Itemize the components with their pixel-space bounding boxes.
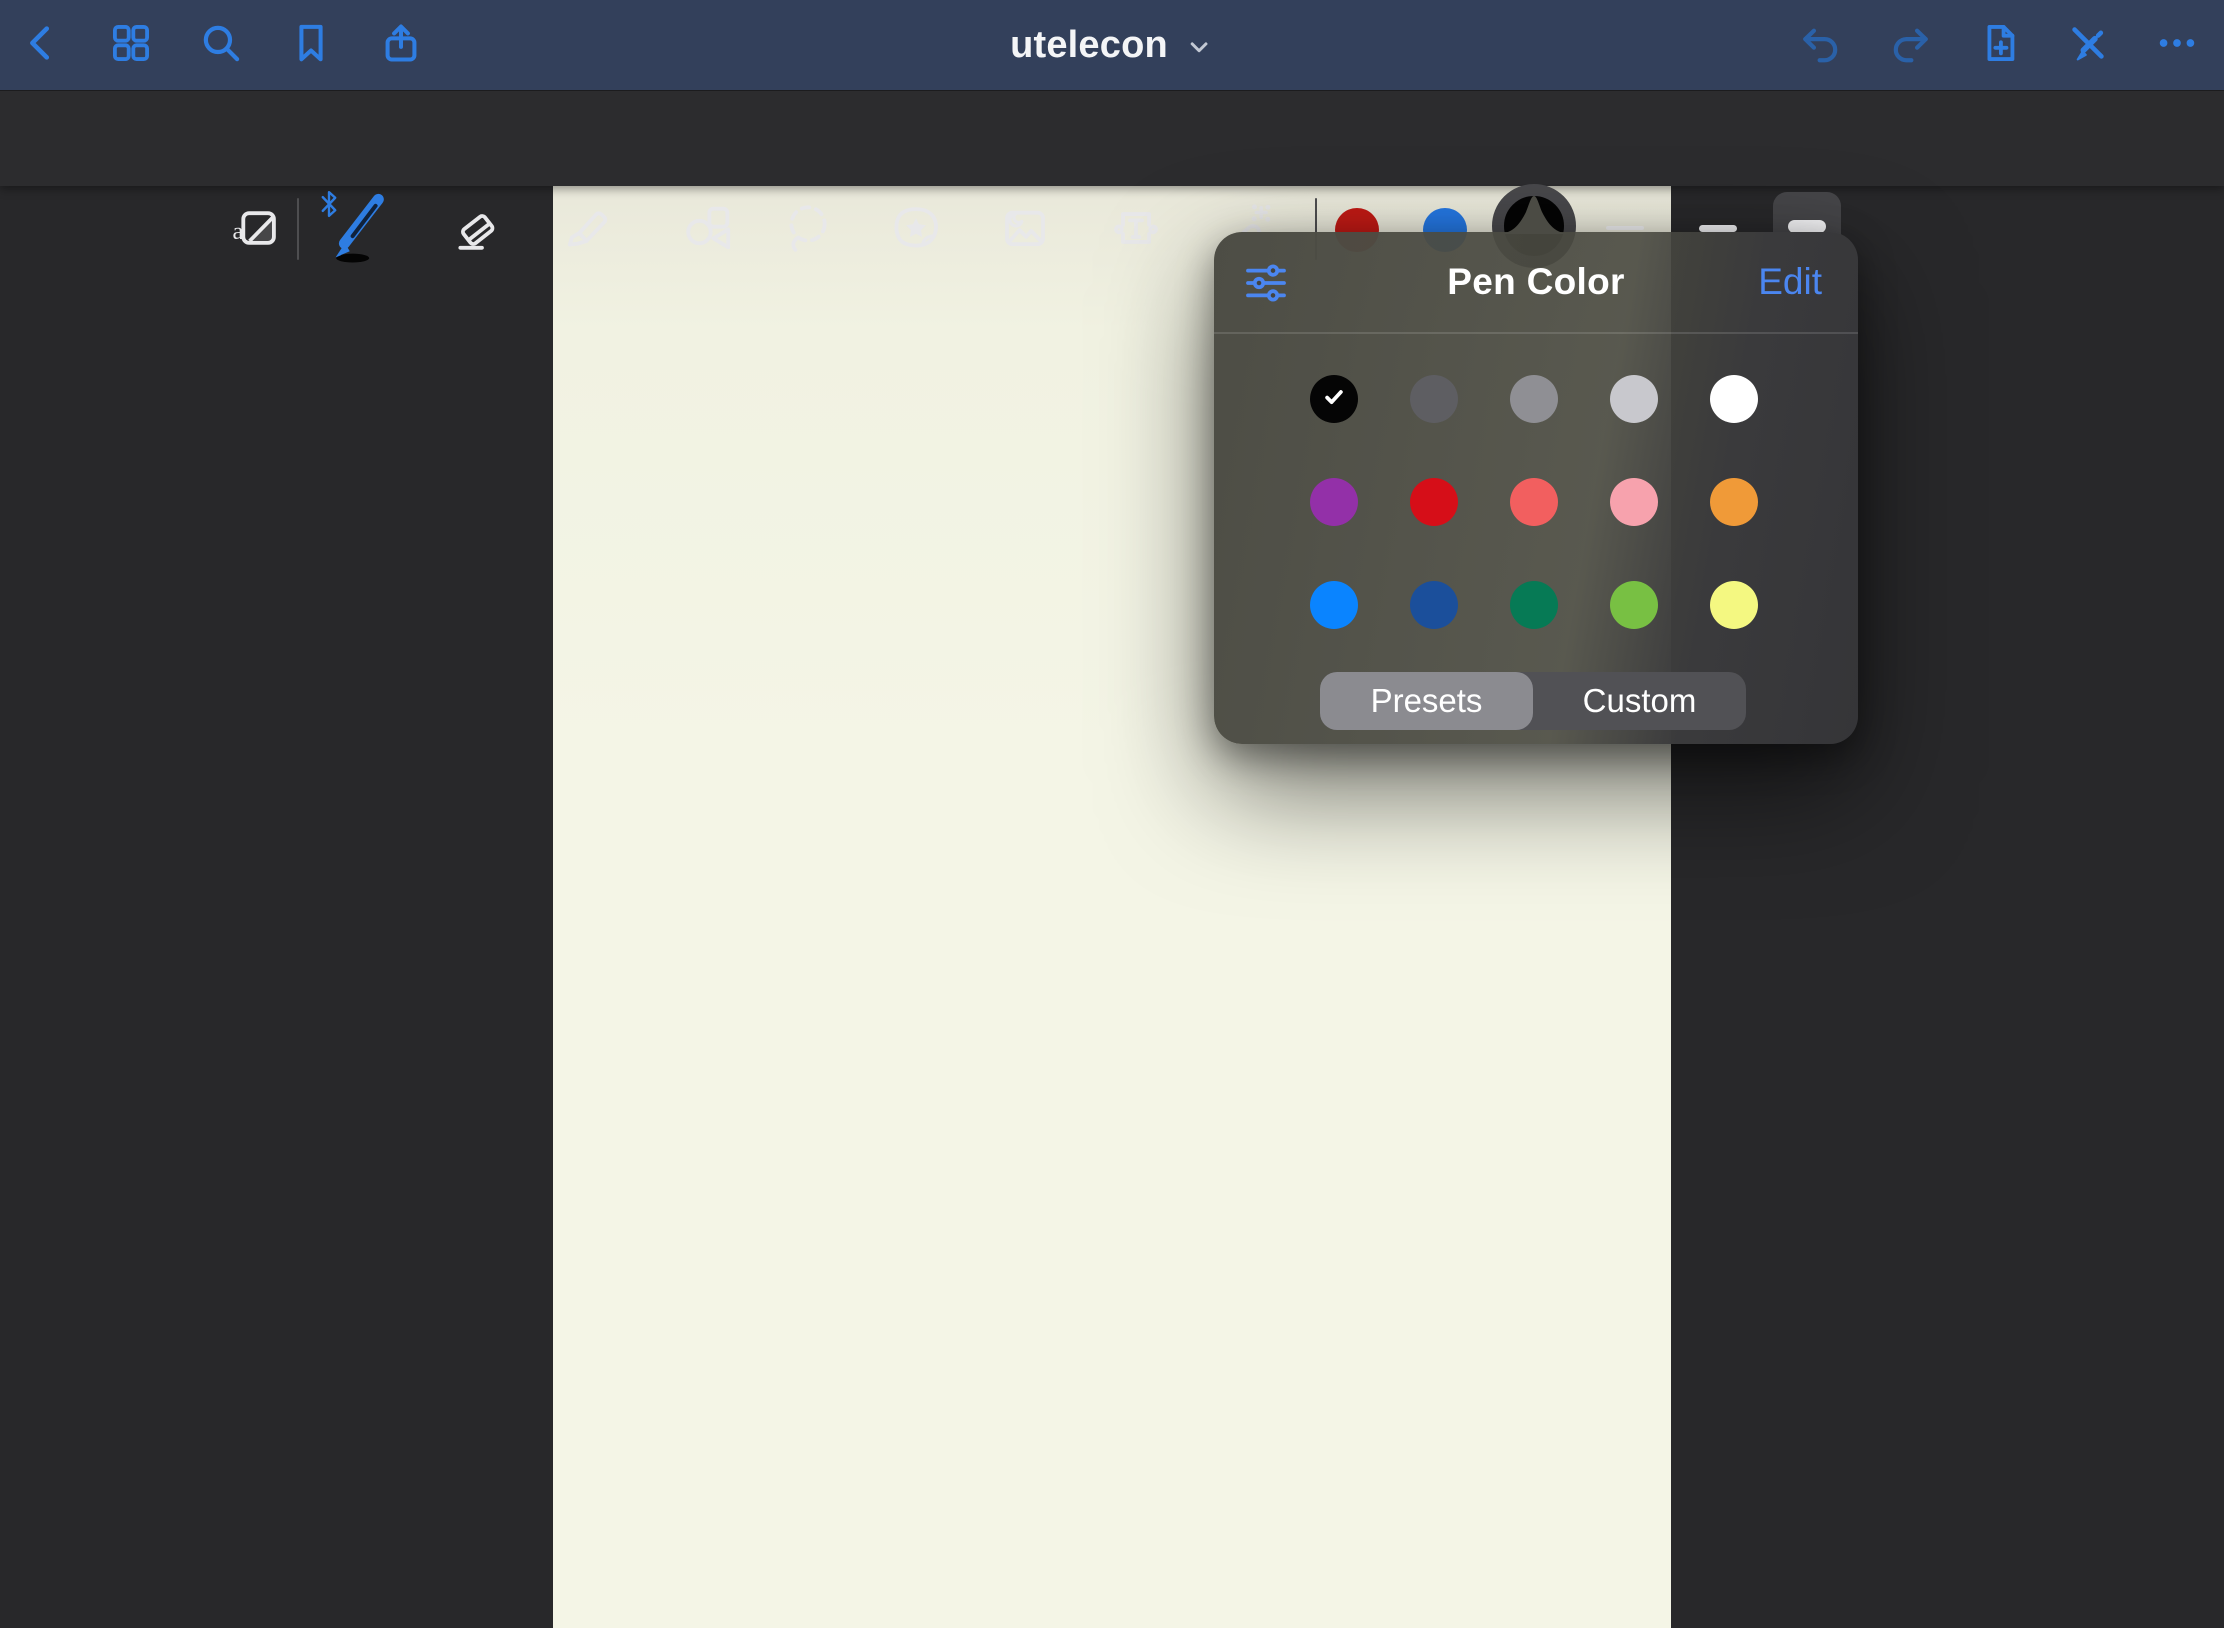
text-tool[interactable] <box>1109 201 1163 255</box>
add-page-icon <box>1976 20 2022 71</box>
more-button[interactable] <box>2154 22 2200 68</box>
pen-color-popover: Pen Color Edit PresetsCustom <box>1214 232 1858 744</box>
swatch-gray[interactable] <box>1510 375 1558 423</box>
title-chevron-down-icon <box>1184 32 1214 62</box>
swatch-dark-gray[interactable] <box>1410 375 1458 423</box>
text-icon <box>1109 201 1163 255</box>
toolbar-separator <box>297 198 299 260</box>
checkmark-icon <box>1319 382 1349 417</box>
swatch-pink[interactable] <box>1610 478 1658 526</box>
back-button[interactable] <box>18 22 64 68</box>
scroll-mode-icon: a <box>228 201 282 255</box>
swatch-orange[interactable] <box>1710 478 1758 526</box>
share-button[interactable] <box>378 22 424 68</box>
redo-button[interactable] <box>1887 22 1933 68</box>
tab-presets-selected[interactable]: Presets <box>1320 672 1533 730</box>
photo-tool[interactable] <box>998 201 1052 255</box>
swatch-yellow[interactable] <box>1710 581 1758 629</box>
edit-button[interactable]: Edit <box>1758 232 1822 332</box>
color-swatch-grid <box>1310 375 1758 629</box>
svg-text:a: a <box>233 218 244 245</box>
top-nav-bar: utelecon <box>0 0 2224 90</box>
header-separator <box>1214 332 1858 334</box>
swatch-white[interactable] <box>1710 375 1758 423</box>
swatch-blue[interactable] <box>1310 581 1358 629</box>
document-title: utelecon <box>1010 24 1168 67</box>
popover-header: Pen Color Edit <box>1214 232 1858 332</box>
end-editing-pencil-x-icon <box>2065 20 2111 71</box>
stroke-sample <box>1606 226 1644 230</box>
elements-tool[interactable] <box>889 201 943 255</box>
lasso-icon <box>781 201 835 255</box>
undo-button[interactable] <box>1798 22 1844 68</box>
stroke-sample <box>1699 225 1737 232</box>
search-button[interactable] <box>198 22 244 68</box>
back-icon <box>18 20 64 71</box>
highlighter-tool[interactable] <box>561 201 615 255</box>
bookmark-icon <box>288 20 334 71</box>
swatch-red[interactable] <box>1410 478 1458 526</box>
scroll-mode-tool[interactable]: a <box>228 201 282 255</box>
search-icon <box>198 20 244 71</box>
swatch-navy[interactable] <box>1410 581 1458 629</box>
stroke-sample <box>1788 220 1826 233</box>
shapes-icon <box>681 201 735 255</box>
nav-right-group <box>1798 22 2224 68</box>
swatch-light-green[interactable] <box>1610 581 1658 629</box>
highlighter-icon <box>561 201 615 255</box>
lasso-tool[interactable] <box>781 201 835 255</box>
redo-icon <box>1887 20 1933 71</box>
bookmark-button[interactable] <box>288 22 334 68</box>
share-icon <box>378 20 424 71</box>
app-screen: utelecon a <box>0 0 2224 1628</box>
bluetooth-icon <box>318 189 340 219</box>
editing-toolbar: a <box>0 90 2224 186</box>
photo-icon <box>998 201 1052 255</box>
tab-custom[interactable]: Custom <box>1533 672 1746 730</box>
swatch-purple[interactable] <box>1310 478 1358 526</box>
popover-arrow <box>1496 188 1572 234</box>
swatch-coral[interactable] <box>1510 478 1558 526</box>
eraser-tool[interactable] <box>450 201 504 255</box>
swatch-light-gray[interactable] <box>1610 375 1658 423</box>
nav-left-group <box>0 22 424 68</box>
swatch-black-selected[interactable] <box>1310 375 1358 423</box>
add-page-button[interactable] <box>1976 22 2022 68</box>
presets-custom-segmented-control: PresetsCustom <box>1320 672 1746 730</box>
undo-icon <box>1798 20 1844 71</box>
elements-sticker-icon <box>889 201 943 255</box>
page-thumbnails-icon <box>108 20 154 71</box>
more-ellipsis-icon <box>2154 20 2200 71</box>
page-thumbnails-button[interactable] <box>108 22 154 68</box>
document-title-button[interactable]: utelecon <box>1010 0 1214 90</box>
end-editing-button[interactable] <box>2065 22 2111 68</box>
swatch-green[interactable] <box>1510 581 1558 629</box>
shapes-tool[interactable] <box>681 201 735 255</box>
eraser-icon <box>450 201 504 255</box>
